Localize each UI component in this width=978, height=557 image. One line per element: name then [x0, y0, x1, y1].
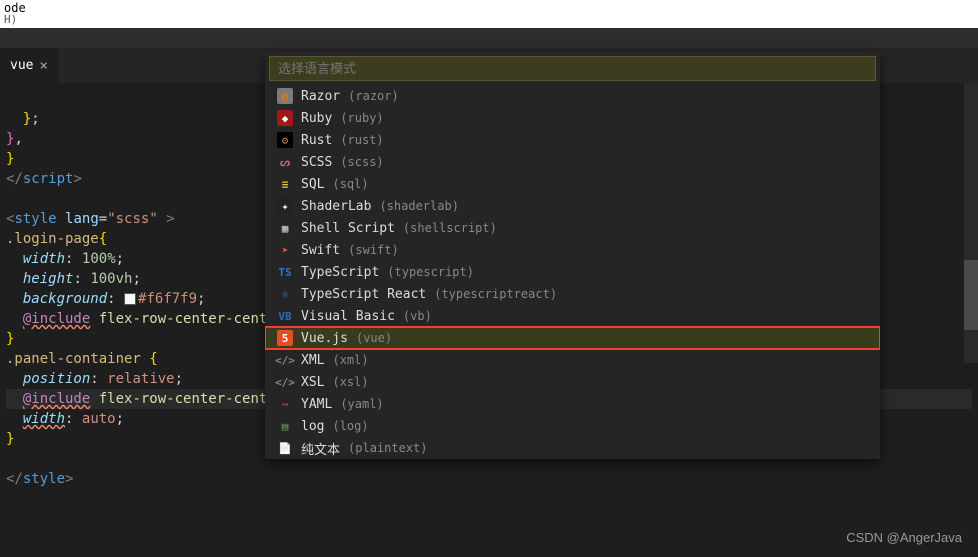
language-icon: ✦ — [277, 198, 293, 214]
language-icon: ▦ — [277, 220, 293, 236]
language-hint: (xml) — [332, 353, 368, 367]
language-option-shell-script[interactable]: ▦ Shell Script (shellscript) — [265, 217, 880, 239]
language-option-ruby[interactable]: ◆ Ruby (ruby) — [265, 107, 880, 129]
language-icon: ≡ — [277, 176, 293, 192]
language-hint: (plaintext) — [348, 441, 427, 455]
language-icon: ▤ — [277, 418, 293, 434]
language-icon: ⚙ — [277, 132, 293, 148]
language-icon: 📄 — [277, 440, 293, 456]
language-icon: ⋯ — [277, 396, 293, 412]
language-option-sql[interactable]: ≡ SQL (sql) — [265, 173, 880, 195]
language-hint: (xsl) — [332, 375, 368, 389]
language-icon: ◆ — [277, 110, 293, 126]
language-label: ShaderLab — [301, 199, 371, 214]
language-option-swift[interactable]: ➤ Swift (swift) — [265, 239, 880, 261]
language-option-xml[interactable]: </> XML (xml) — [265, 349, 880, 371]
language-label: XSL — [301, 375, 324, 390]
language-hint: (swift) — [348, 243, 399, 257]
language-icon: </> — [277, 352, 293, 368]
language-option-log[interactable]: ▤ log (log) — [265, 415, 880, 437]
language-option-yaml[interactable]: ⋯ YAML (yaml) — [265, 393, 880, 415]
language-hint: (shaderlab) — [379, 199, 458, 213]
language-hint: (log) — [332, 419, 368, 433]
language-option-visual-basic[interactable]: VB Visual Basic (vb) — [265, 305, 880, 327]
language-label: Ruby — [301, 111, 332, 126]
language-option-razor[interactable]: @ Razor (razor) — [265, 85, 880, 107]
titlebar-spacer — [0, 28, 978, 48]
language-label: SCSS — [301, 155, 332, 170]
language-hint: (ruby) — [340, 111, 383, 125]
language-option-xsl[interactable]: </> XSL (xsl) — [265, 371, 880, 393]
language-hint: (typescript) — [387, 265, 474, 279]
language-hint: (shellscript) — [403, 221, 497, 235]
language-option-vue-js[interactable]: 5 Vue.js (vue) — [265, 327, 880, 349]
language-icon: @ — [277, 88, 293, 104]
language-label: TypeScript React — [301, 287, 426, 302]
language-label: XML — [301, 353, 324, 368]
language-hint: (vue) — [356, 331, 392, 345]
language-label: TypeScript — [301, 265, 379, 280]
language-hint: (yaml) — [340, 397, 383, 411]
language-option--[interactable]: 📄 纯文本 (plaintext) — [265, 437, 880, 459]
language-hint: (sql) — [332, 177, 368, 191]
language-list: @ Razor (razor) ◆ Ruby (ruby) ⚙ Rust (rust) ᔕ SCSS… — [265, 85, 880, 459]
tab-filename: vue — [10, 58, 33, 73]
language-icon: TS — [277, 264, 293, 280]
language-hint: (vb) — [403, 309, 432, 323]
title-line2: H) — [4, 14, 974, 26]
language-icon: VB — [277, 308, 293, 324]
language-icon: ➤ — [277, 242, 293, 258]
language-label: Shell Script — [301, 221, 395, 236]
language-label: Razor — [301, 89, 340, 104]
language-label: SQL — [301, 177, 324, 192]
language-icon: </> — [277, 374, 293, 390]
color-swatch — [124, 293, 136, 305]
language-option-shaderlab[interactable]: ✦ ShaderLab (shaderlab) — [265, 195, 880, 217]
language-icon: ᔕ — [277, 154, 293, 170]
language-search-input[interactable] — [269, 56, 876, 81]
language-icon: ⚛ — [277, 286, 293, 302]
language-label: Visual Basic — [301, 309, 395, 324]
title-line1: ode — [4, 2, 974, 14]
language-option-rust[interactable]: ⚙ Rust (rust) — [265, 129, 880, 151]
language-label: 纯文本 — [301, 439, 340, 458]
language-option-typescript[interactable]: TS TypeScript (typescript) — [265, 261, 880, 283]
language-label: Swift — [301, 243, 340, 258]
window-titlebar: ode H) — [0, 0, 978, 28]
watermark: CSDN @AngerJava — [846, 530, 962, 545]
language-label: Vue.js — [301, 331, 348, 346]
language-label: log — [301, 419, 324, 434]
language-hint: (razor) — [348, 89, 399, 103]
language-option-scss[interactable]: ᔕ SCSS (scss) — [265, 151, 880, 173]
language-hint: (scss) — [340, 155, 383, 169]
language-label: Rust — [301, 133, 332, 148]
language-icon: 5 — [277, 330, 293, 346]
editor-tab[interactable]: vue × — [0, 48, 58, 83]
scrollbar-thumb[interactable] — [964, 260, 978, 330]
language-option-typescript-react[interactable]: ⚛ TypeScript React (typescriptreact) — [265, 283, 880, 305]
language-label: YAML — [301, 397, 332, 412]
language-hint: (typescriptreact) — [434, 287, 557, 301]
language-picker: @ Razor (razor) ◆ Ruby (ruby) ⚙ Rust (rust) ᔕ SCSS… — [265, 52, 880, 459]
close-icon[interactable]: × — [39, 58, 47, 74]
language-hint: (rust) — [340, 133, 383, 147]
